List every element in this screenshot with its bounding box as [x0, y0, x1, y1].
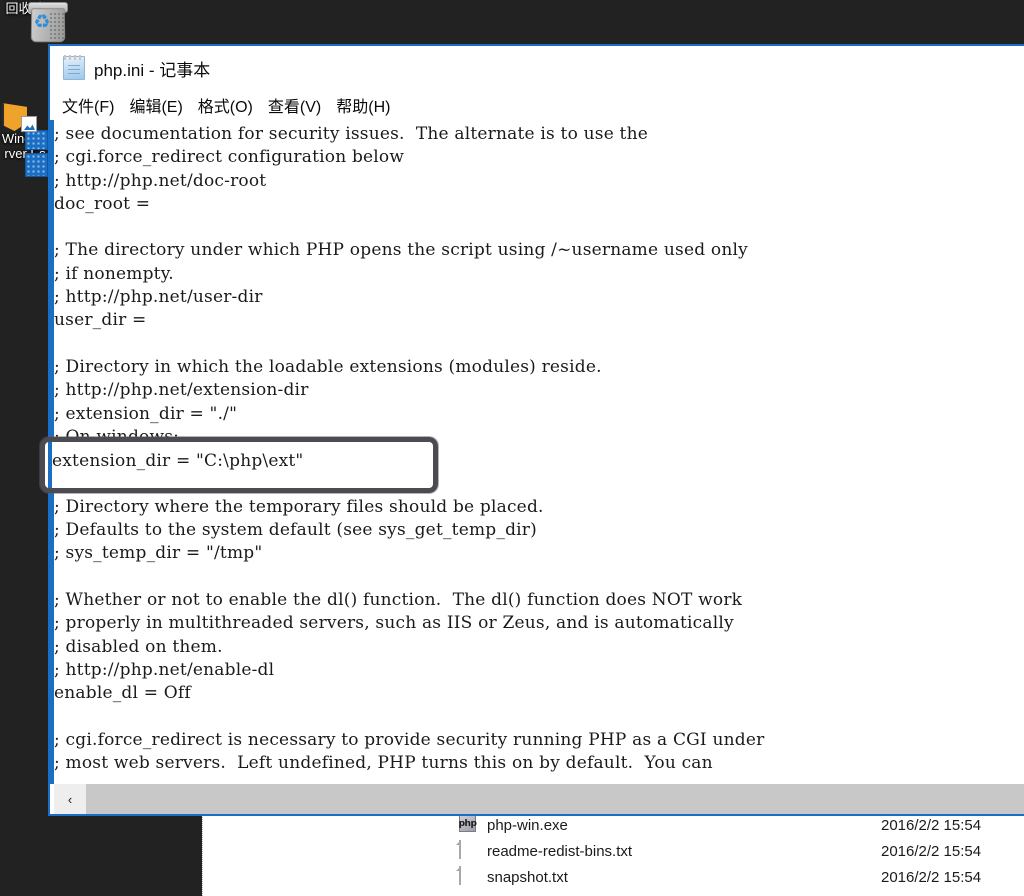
menu-item-help[interactable]: 帮助(H) — [336, 93, 398, 117]
table-row[interactable]: readme-redist-bins.txt 2016/2/2 15:54 — [203, 838, 1024, 864]
menu-item-file[interactable]: 文件(F) — [62, 93, 122, 117]
desktop-icon-recycle-bin[interactable]: ♻ 回收站 — [0, 0, 68, 43]
window-title: php.ini - 记事本 — [94, 60, 211, 80]
notepad-window[interactable]: php.ini - 记事本 文件(F) 编辑(E) 格式(O) 查看(V) 帮助… — [48, 44, 1024, 816]
file-date: 2016/2/2 15:54 — [881, 868, 982, 886]
menu-item-edit[interactable]: 编辑(E) — [129, 93, 190, 117]
file-date: 2016/2/2 15:54 — [881, 816, 982, 834]
notepad-text-area-wrapper: ; see documentation for security issues.… — [50, 120, 1024, 814]
annotation-left-accent — [48, 442, 52, 488]
menu-item-format[interactable]: 格式(O) — [198, 93, 261, 117]
file-name: snapshot.txt — [487, 868, 568, 886]
scrollbar-track[interactable] — [86, 784, 1024, 814]
scroll-left-arrow-icon[interactable]: ‹ — [54, 784, 86, 814]
notepad-icon — [63, 55, 85, 80]
text-file-icon — [459, 840, 477, 861]
notepad-titlebar[interactable]: php.ini - 记事本 — [50, 46, 1024, 90]
file-name: php-win.exe — [487, 816, 568, 834]
table-row[interactable]: snapshot.txt 2016/2/2 15:54 — [203, 864, 1024, 890]
desktop-icon-windows-server-essentials[interactable]: Window rver Es — [0, 103, 75, 177]
menu-item-view[interactable]: 查看(V) — [268, 93, 329, 117]
horizontal-scrollbar[interactable]: ‹ — [54, 784, 1024, 814]
menu-bar[interactable]: 文件(F) 编辑(E) 格式(O) 查看(V) 帮助(H) — [50, 90, 1024, 120]
notepad-text-content[interactable]: ; see documentation for security issues.… — [54, 120, 1024, 784]
php-file-icon: php — [459, 815, 477, 835]
file-name: readme-redist-bins.txt — [487, 842, 633, 860]
text-file-icon — [459, 866, 477, 887]
file-date: 2016/2/2 15:54 — [881, 842, 982, 860]
file-explorer-list: php php-win.exe 2016/2/2 15:54 readme-re… — [202, 812, 1024, 896]
